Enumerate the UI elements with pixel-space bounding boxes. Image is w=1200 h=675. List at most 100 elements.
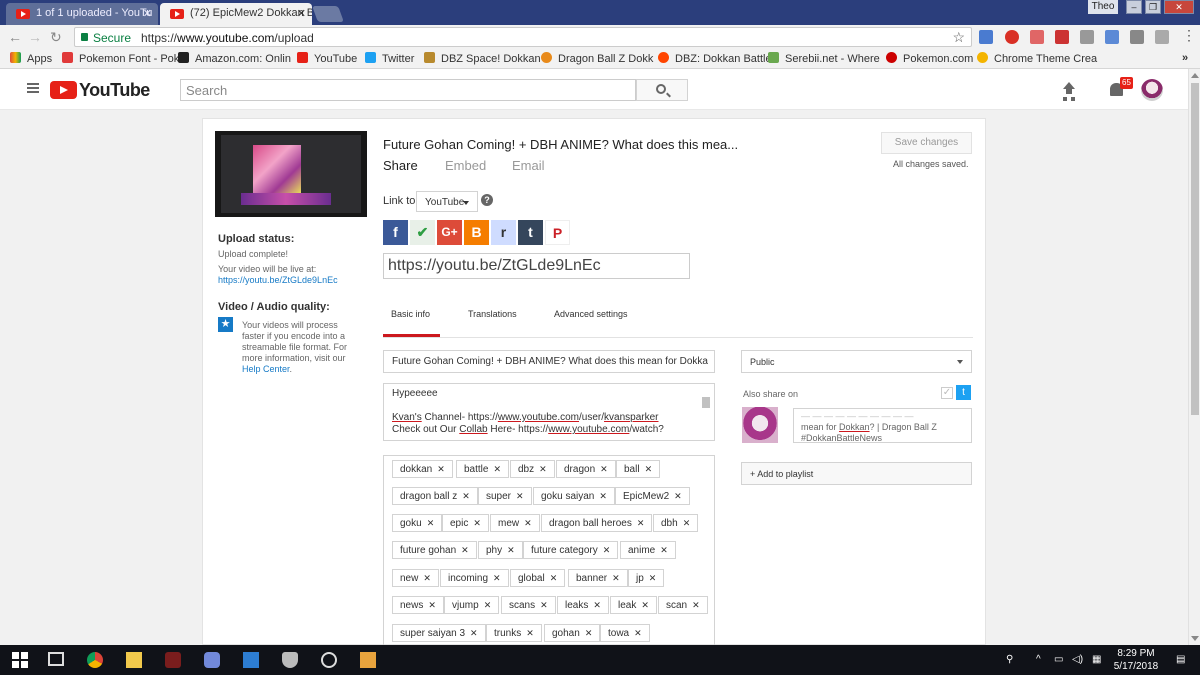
browser-tab-channel[interactable]: (72) EpicMew2 Dokkan B ✕ — [160, 3, 312, 25]
tag-remove-icon[interactable]: ✕ — [585, 628, 593, 638]
tag-remove-icon[interactable]: ✕ — [470, 628, 478, 638]
bookmark-serebii[interactable]: Serebii.net - Where — [768, 52, 880, 65]
account-avatar[interactable] — [1141, 79, 1163, 101]
tag-remove-icon[interactable]: ✕ — [612, 573, 620, 583]
tag-remove-icon[interactable]: ✕ — [645, 464, 653, 474]
tag-remove-icon[interactable]: ✕ — [637, 518, 645, 528]
people-icon[interactable]: ⚲ — [1006, 654, 1013, 665]
tag-remove-icon[interactable]: ✕ — [493, 573, 501, 583]
browser-tab-upload[interactable]: 1 of 1 uploaded - YouTu ✕ — [6, 3, 158, 25]
tag-remove-icon[interactable]: ✕ — [461, 545, 469, 555]
new-tab-button[interactable] — [312, 6, 344, 22]
extension-icon[interactable] — [1105, 30, 1119, 44]
search-input[interactable]: Search — [180, 79, 636, 101]
system-clock[interactable]: 8:29 PM 5/17/2018 — [1108, 647, 1164, 673]
page-scrollbar[interactable] — [1188, 69, 1200, 645]
tag-remove-icon[interactable]: ✕ — [493, 464, 501, 474]
extension-icon[interactable] — [1130, 30, 1144, 44]
bookmark-pokemon-com[interactable]: Pokemon.com — [886, 52, 973, 65]
tag-remove-icon[interactable]: ✕ — [593, 600, 601, 610]
bookmark-pokemon-font[interactable]: Pokemon Font - Pok — [62, 52, 179, 65]
bookmark-youtube[interactable]: YouTube — [297, 52, 357, 65]
extension-icon[interactable] — [1030, 30, 1044, 44]
extension-icon[interactable] — [1155, 30, 1169, 44]
tag-remove-icon[interactable]: ✕ — [634, 628, 642, 638]
url-text[interactable]: https://www.youtube.com/upload — [141, 31, 314, 45]
bookmark-dragon-ball-z[interactable]: Dragon Ball Z Dokk — [541, 52, 653, 65]
tag-remove-icon[interactable]: ✕ — [516, 491, 524, 501]
scroll-thumb[interactable] — [1191, 83, 1199, 415]
file-explorer-icon[interactable] — [126, 652, 142, 668]
network-icon[interactable]: ▭ — [1054, 654, 1063, 665]
reload-icon[interactable]: ↻ — [50, 29, 62, 46]
task-view-icon[interactable] — [48, 652, 64, 666]
profile-name[interactable]: Theo — [1088, 0, 1118, 14]
tag-remove-icon[interactable]: ✕ — [484, 600, 492, 610]
tag-remove-icon[interactable]: ✕ — [427, 518, 435, 528]
save-changes-button[interactable]: Save changes — [881, 132, 972, 154]
bookmark-dbz-space[interactable]: DBZ Space! Dokkan — [424, 52, 541, 65]
forward-arrow-icon[interactable]: → — [28, 29, 42, 45]
windows-start-icon[interactable] — [12, 652, 28, 668]
tag-remove-icon[interactable]: ✕ — [539, 464, 547, 474]
link-to-select[interactable]: YouTube — [416, 191, 478, 212]
youtube-logo-icon[interactable] — [50, 81, 77, 99]
action-center-icon[interactable]: ▤ — [1176, 654, 1185, 665]
extension-icon[interactable] — [1080, 30, 1094, 44]
help-icon[interactable]: ? — [481, 194, 493, 206]
chrome-taskbar-icon[interactable] — [87, 652, 103, 668]
short-url-field[interactable]: https://youtu.be/ZtGLde9LnEc — [383, 253, 690, 279]
blogger-share-icon[interactable]: B — [464, 220, 489, 245]
guide-menu-icon[interactable] — [27, 83, 39, 93]
obs-taskbar-icon[interactable] — [321, 652, 337, 668]
back-arrow-icon[interactable]: ← — [8, 29, 22, 45]
minimize-button[interactable]: – — [1126, 0, 1142, 14]
bookmark-star-icon[interactable]: ☆ — [952, 29, 965, 46]
keyboard-icon[interactable]: ▦ — [1092, 654, 1101, 665]
tags-input[interactable]: dokkan ✕ battle ✕ dbz ✕ dragon ✕ ball ✕ drago… — [383, 455, 715, 646]
tab-advanced-settings[interactable]: Advanced settings — [554, 309, 628, 319]
security-shield-icon[interactable] — [282, 652, 298, 668]
upload-icon[interactable] — [1062, 82, 1076, 98]
store-taskbar-icon[interactable] — [243, 652, 259, 668]
tag-remove-icon[interactable]: ✕ — [660, 545, 668, 555]
tag-remove-icon[interactable]: ✕ — [462, 491, 470, 501]
tag-remove-icon[interactable]: ✕ — [641, 600, 649, 610]
search-button[interactable] — [636, 79, 688, 101]
bookmark-amazon[interactable]: Amazon.com: Onlin — [178, 52, 291, 65]
tag-remove-icon[interactable]: ✕ — [428, 600, 436, 610]
tag-remove-icon[interactable]: ✕ — [649, 573, 657, 583]
tag-remove-icon[interactable]: ✕ — [473, 518, 481, 528]
tab-translations[interactable]: Translations — [468, 309, 517, 319]
tag-remove-icon[interactable]: ✕ — [437, 464, 445, 474]
check-share-icon[interactable]: ✔ — [410, 220, 435, 245]
tag-remove-icon[interactable]: ✕ — [599, 491, 607, 501]
extension-icon[interactable] — [1055, 30, 1069, 44]
adblock-extension-icon[interactable] — [1005, 30, 1019, 44]
tab-embed[interactable]: Embed — [445, 158, 486, 173]
close-window-button[interactable]: ✕ — [1164, 0, 1194, 14]
chrome-menu-icon[interactable]: ⋮ — [1182, 27, 1196, 44]
add-to-playlist-button[interactable]: + Add to playlist — [741, 462, 972, 485]
title-input[interactable]: Future Gohan Coming! + DBH ANIME? What d… — [383, 350, 715, 373]
scroll-down-icon[interactable] — [1191, 636, 1199, 641]
app-taskbar-icon[interactable] — [165, 652, 181, 668]
bookmark-twitter[interactable]: Twitter — [365, 52, 414, 65]
tag-remove-icon[interactable]: ✕ — [524, 518, 532, 528]
tumblr-share-icon[interactable]: t — [518, 220, 543, 245]
youtube-logo-text[interactable]: YouTube — [79, 80, 150, 101]
bookmark-chrome-theme[interactable]: Chrome Theme Crea — [977, 52, 1097, 65]
tab-close-icon[interactable]: ✕ — [143, 7, 152, 20]
pinterest-share-icon[interactable]: P — [545, 220, 570, 245]
reddit-share-icon[interactable]: r — [491, 220, 516, 245]
restore-button[interactable]: ❐ — [1145, 0, 1161, 14]
help-center-link[interactable]: Help Center — [242, 364, 290, 374]
description-textarea[interactable]: Hypeeeee Kvan's Channel- https://www.you… — [383, 383, 715, 441]
volume-icon[interactable]: ◁) — [1072, 654, 1083, 665]
tab-share[interactable]: Share — [383, 158, 418, 173]
tab-basic-info[interactable]: Basic info — [391, 309, 430, 319]
facebook-share-icon[interactable]: f — [383, 220, 408, 245]
media-player-icon[interactable] — [360, 652, 376, 668]
description-scrollbar[interactable] — [701, 386, 711, 426]
share-checkbox[interactable]: ✓ — [941, 387, 953, 399]
